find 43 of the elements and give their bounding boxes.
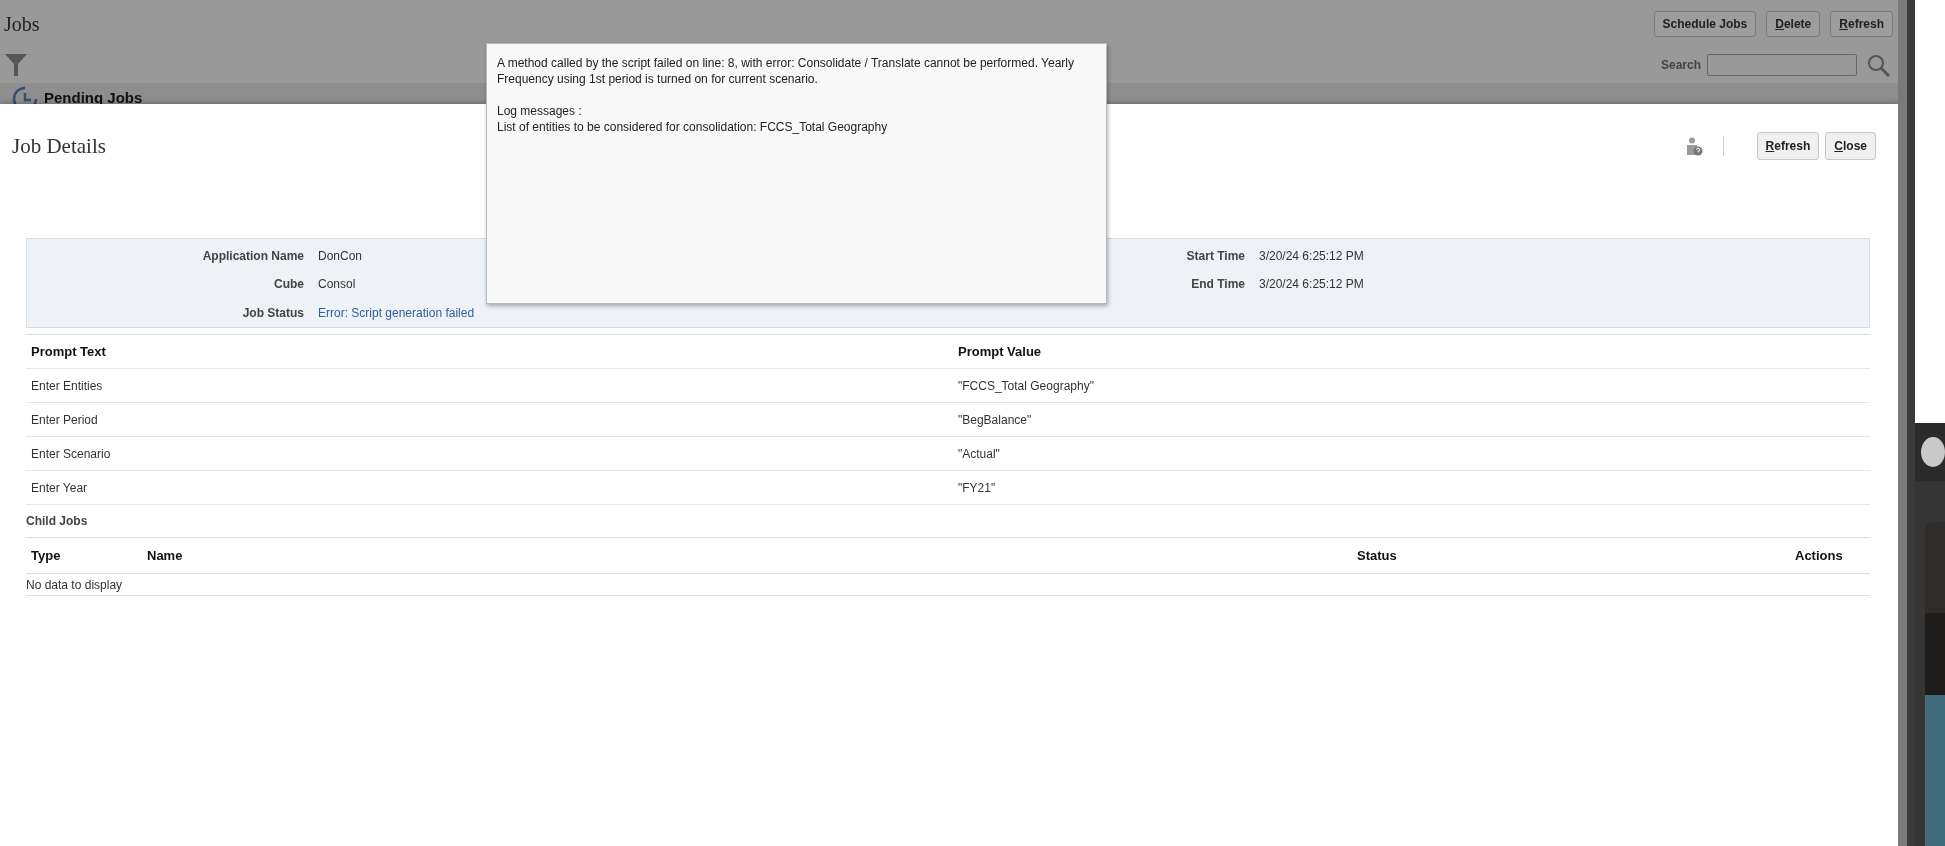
page-title: Jobs xyxy=(4,12,40,36)
column-header: Type xyxy=(30,548,62,563)
field-value: 3/20/24 6:25:12 PM xyxy=(1259,249,1365,263)
log-line: List of entities to be considered for consolidation: FCCS_Total Geography xyxy=(497,119,889,135)
field-label: Job Status xyxy=(241,306,304,320)
search-label: Search xyxy=(1660,58,1701,72)
table-cell-text: Enter Period xyxy=(30,412,99,427)
table-cell-text: Enter Entities xyxy=(30,378,104,393)
empty-message: No data to display xyxy=(26,577,123,592)
table-cell-text: Enter Scenario xyxy=(30,446,112,461)
dialog-title: Job Details xyxy=(12,133,106,159)
column-header: Prompt Value xyxy=(957,344,1043,359)
column-header: Prompt Text xyxy=(30,344,107,359)
error-message: A method called by the script failed on line: 8, with error: Consolidate / Translate cannot be performed. Yearly Frequency using 1st period is turned on for current scenario. xyxy=(497,55,1075,87)
field-label: Cube xyxy=(273,277,304,291)
search-field[interactable] xyxy=(1707,54,1857,76)
column-header: Status xyxy=(1356,548,1398,563)
table-cell-text: "FY21" xyxy=(957,480,997,495)
avatar-circle xyxy=(1921,437,1945,467)
table-cell-text: Enter Year xyxy=(30,480,89,495)
dialog-button[interactable]: Close xyxy=(1825,132,1876,160)
table-cell-text: "Actual" xyxy=(957,446,1001,461)
toolbar-button[interactable]: Delete xyxy=(1766,11,1821,37)
section-heading: Pending Jobs xyxy=(44,88,143,108)
column-header: Actions xyxy=(1794,548,1844,563)
field-label: End Time xyxy=(1190,277,1245,291)
filter-icon xyxy=(5,54,27,76)
column-header: Name xyxy=(146,548,184,563)
field-label: Start Time xyxy=(1185,249,1245,263)
toolbar-button[interactable]: Refresh xyxy=(1830,11,1893,37)
field-value: 3/20/24 6:25:12 PM xyxy=(1259,277,1365,291)
table-cell-text: "FCCS_Total Geography" xyxy=(957,378,1095,393)
table-cell-text: "BegBalance" xyxy=(957,412,1033,427)
field-label: Application Name xyxy=(201,249,304,263)
dialog-button[interactable]: Refresh xyxy=(1756,132,1820,160)
search-icon xyxy=(1867,53,1890,77)
person-help-icon xyxy=(1685,136,1703,156)
section-title: Child Jobs xyxy=(26,514,88,528)
log-title: Log messages : xyxy=(497,103,583,119)
field-value: Consol xyxy=(318,277,357,291)
status-link[interactable]: Error: Script generation failed xyxy=(318,306,1086,320)
toolbar-button[interactable]: Schedule Jobs xyxy=(1653,11,1757,37)
field-value: DonCon xyxy=(318,249,364,263)
